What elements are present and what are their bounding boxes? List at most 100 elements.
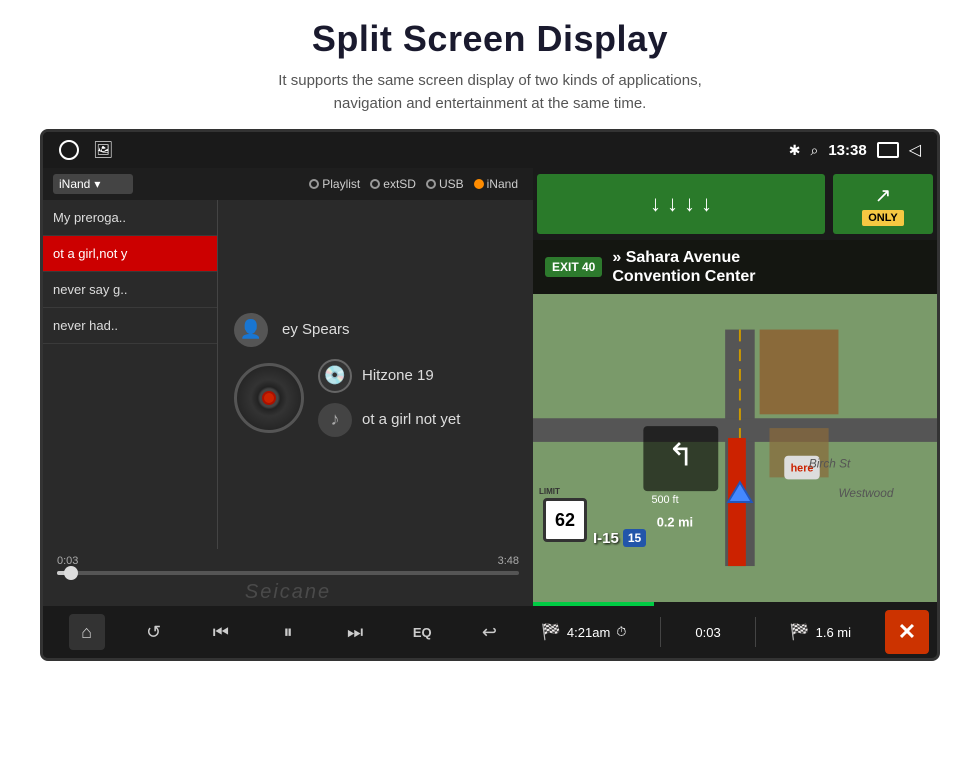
direction-line1: » Sahara Avenue (612, 248, 755, 267)
status-left: 🖼 (59, 140, 113, 160)
clock-icon: ⏱ (616, 624, 626, 640)
progress-track[interactable] (57, 571, 519, 575)
highway-shield: 15 (623, 529, 646, 547)
time-total: 3:48 (498, 555, 519, 567)
sign-only: ↗ ONLY (833, 174, 933, 234)
page-subtitle: It supports the same screen display of t… (60, 70, 920, 115)
source-bar: iNand ▾ Playlist extSD USB (43, 168, 533, 200)
playlist-item-4[interactable]: never had.. (43, 308, 217, 344)
nav-signs-bar: ↓ ↓ ↓ ↓ ↗ ONLY (533, 168, 937, 240)
source-dropdown[interactable]: iNand ▾ (53, 174, 133, 194)
playlist-item-2[interactable]: ot a girl,not y (43, 236, 217, 272)
source-option-inand[interactable]: iNand (474, 177, 518, 191)
content-area: My preroga.. ot a girl,not y never say g… (43, 200, 533, 549)
artist-name: ey Spears (282, 321, 350, 338)
controls-bar: ⌂ ↺ ⏮ ⏸ ⏭ EQ ↩ (43, 606, 533, 658)
nav-elapsed-time: 0:03 (695, 625, 720, 640)
screen-icon (877, 142, 899, 158)
play-pause-button[interactable]: ⏸ (270, 614, 306, 650)
nav-arrival-time: 4:21am (567, 625, 610, 640)
svg-text:0.2 mi: 0.2 mi (657, 515, 693, 530)
nav-close-button[interactable]: ✕ (885, 610, 929, 654)
arrow-down-3: ↓ (684, 191, 695, 217)
bottom-progress-bar (533, 602, 937, 606)
arrow-down-1: ↓ (650, 191, 661, 217)
source-option-extsd[interactable]: extSD (370, 177, 416, 191)
album-name: Hitzone 19 (362, 367, 434, 384)
flag-icon: 🏁 (541, 622, 561, 642)
time-current: 0:03 (57, 555, 78, 567)
map-area: here ↰ Birch St Westwood 500 ft 0.2 mi L… (533, 294, 937, 602)
green-progress-fill (533, 602, 654, 606)
nav-panel: ↓ ↓ ↓ ↓ ↗ ONLY EXIT 40 » Sahara Avenue (533, 168, 937, 658)
playlist-sidebar: My preroga.. ot a girl,not y never say g… (43, 200, 218, 549)
home-button[interactable]: ⌂ (69, 614, 105, 650)
source-option-usb[interactable]: USB (426, 177, 464, 191)
disc-icon: 💿 (318, 359, 352, 393)
playlist-item-1[interactable]: My preroga.. (43, 200, 217, 236)
track-name: ot a girl not yet (362, 411, 460, 428)
progress-area: 0:03 3:48 (43, 549, 533, 579)
chevron-down-icon: ▾ (94, 177, 100, 191)
bluetooth-icon: ✱ (789, 142, 801, 159)
progress-times: 0:03 3:48 (57, 555, 519, 567)
arrow-down-2: ↓ (667, 191, 678, 217)
prev-button[interactable]: ⏮ (203, 614, 239, 650)
page-title: Split Screen Display (60, 18, 920, 60)
album-info: 💿 Hitzone 19 (318, 359, 460, 393)
source-dropdown-label: iNand (59, 177, 90, 191)
radio-dot-extsd (370, 179, 380, 189)
album-row: 💿 Hitzone 19 ♪ ot a girl not yet (234, 359, 517, 437)
eq-button[interactable]: EQ (404, 614, 440, 650)
sign-green-arrows: ↓ ↓ ↓ ↓ (537, 174, 825, 234)
artist-icon: 👤 (234, 313, 268, 347)
nav-arrival-block: 🏁 4:21am ⏱ (541, 622, 626, 642)
svg-text:500 ft: 500 ft (651, 494, 678, 506)
nav-distance-block: 🏁 1.6 mi (790, 622, 851, 642)
nav-bottom-bar: 🏁 4:21am ⏱ 0:03 🏁 1.6 mi ✕ (533, 606, 937, 658)
flag-icon-2: 🏁 (790, 622, 810, 642)
svg-text:Westwood: Westwood (838, 486, 893, 500)
nav-divider-1 (660, 617, 661, 647)
arrow-up-right-icon: ↗ (875, 183, 892, 208)
status-bar: 🖼 ✱ ⌕ 13:38 ◁ (43, 132, 937, 168)
svg-text:Birch St: Birch St (809, 457, 851, 471)
main-screen: iNand ▾ Playlist extSD USB (43, 168, 937, 658)
highway-badge: I-15 15 (593, 529, 646, 547)
music-panel: iNand ▾ Playlist extSD USB (43, 168, 533, 658)
repeat-button[interactable]: ↺ (136, 614, 172, 650)
radio-dot-inand (474, 179, 484, 189)
radio-dot-playlist (309, 179, 319, 189)
music-note-icon: ♪ (331, 409, 340, 430)
artist-row: 👤 ey Spears (234, 313, 517, 347)
svg-text:↰: ↰ (668, 437, 694, 473)
map-svg: here ↰ Birch St Westwood 500 ft 0.2 mi (533, 294, 937, 602)
music-icon-circle: ♪ (318, 403, 352, 437)
nav-divider-2 (755, 617, 756, 647)
status-right: ✱ ⌕ 13:38 ◁ (789, 140, 921, 160)
nav-distance: 1.6 mi (816, 625, 851, 640)
playlist-item-3[interactable]: never say g.. (43, 272, 217, 308)
vinyl-center (262, 391, 276, 405)
device-frame: 🖼 ✱ ⌕ 13:38 ◁ iNand ▾ Playlist (40, 129, 940, 661)
direction-banner: EXIT 40 » Sahara Avenue Convention Cente… (533, 240, 937, 294)
speed-badge: 62 (543, 498, 587, 542)
direction-text-block: » Sahara Avenue Convention Center (612, 248, 755, 286)
circle-icon (59, 140, 79, 160)
page-header: Split Screen Display It supports the sam… (0, 0, 980, 129)
exit-badge: EXIT 40 (545, 257, 602, 277)
location-icon: ⌕ (810, 142, 818, 159)
radio-dot-usb (426, 179, 436, 189)
progress-thumb[interactable] (64, 566, 78, 580)
arrow-down-4: ↓ (701, 191, 712, 217)
speed-limit-label: LIMIT (539, 487, 560, 496)
next-button[interactable]: ⏭ (337, 614, 373, 650)
source-option-playlist[interactable]: Playlist (309, 177, 360, 191)
direction-line2: Convention Center (612, 267, 755, 286)
player-area: 👤 ey Spears 💿 (218, 200, 533, 549)
status-time: 13:38 (828, 142, 866, 159)
watermark: Seicane (43, 579, 533, 606)
back-button[interactable]: ↩ (471, 614, 507, 650)
back-icon: ◁ (909, 140, 921, 160)
person-icon: 👤 (240, 319, 262, 340)
